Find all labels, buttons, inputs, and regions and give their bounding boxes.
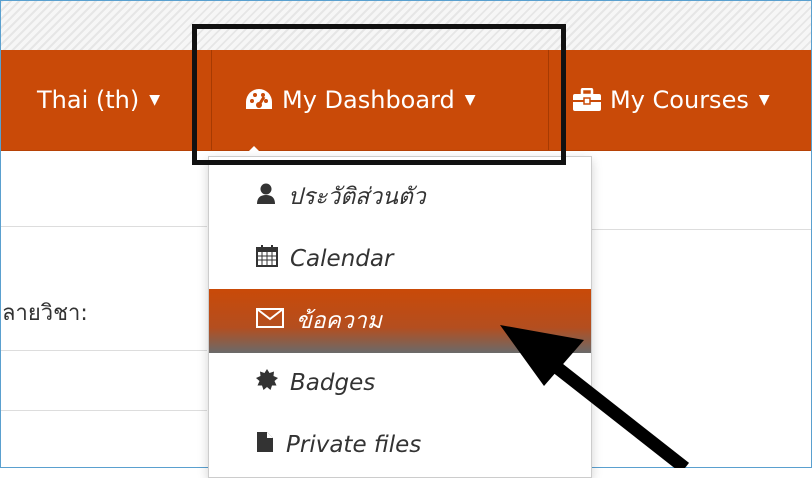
- row-divider: [1, 226, 207, 227]
- badge-icon: [256, 369, 278, 397]
- course-field-label: ลายวิชา:: [2, 301, 88, 326]
- calendar-icon: [256, 245, 278, 273]
- user-icon: [256, 183, 276, 211]
- file-icon: [256, 431, 274, 459]
- my-courses-menu[interactable]: My Courses ▼: [572, 50, 770, 150]
- highlight-box: [192, 24, 566, 165]
- menu-item-label: Badges: [290, 370, 376, 396]
- caret-down-icon: ▼: [149, 92, 161, 108]
- courses-label: My Courses: [610, 86, 749, 114]
- row-divider: [592, 229, 811, 230]
- row-divider: [1, 410, 207, 411]
- menu-item-calendar[interactable]: Calendar: [209, 227, 591, 291]
- menu-item-profile[interactable]: ประวัติส่วนตัว: [209, 165, 591, 229]
- pointer-arrow-icon: [500, 325, 690, 468]
- language-menu[interactable]: Thai (th) ▼: [37, 50, 160, 150]
- caret-down-icon: ▼: [758, 92, 770, 108]
- menu-item-label: ประวัติส่วนตัว: [288, 184, 426, 210]
- briefcase-icon: [572, 88, 602, 112]
- row-divider: [1, 350, 207, 351]
- envelope-icon: [256, 308, 284, 334]
- language-label: Thai (th): [37, 86, 140, 114]
- menu-item-label: Private files: [286, 432, 422, 458]
- menu-item-label: ข้อความ: [296, 308, 382, 334]
- menu-item-label: Calendar: [290, 246, 394, 272]
